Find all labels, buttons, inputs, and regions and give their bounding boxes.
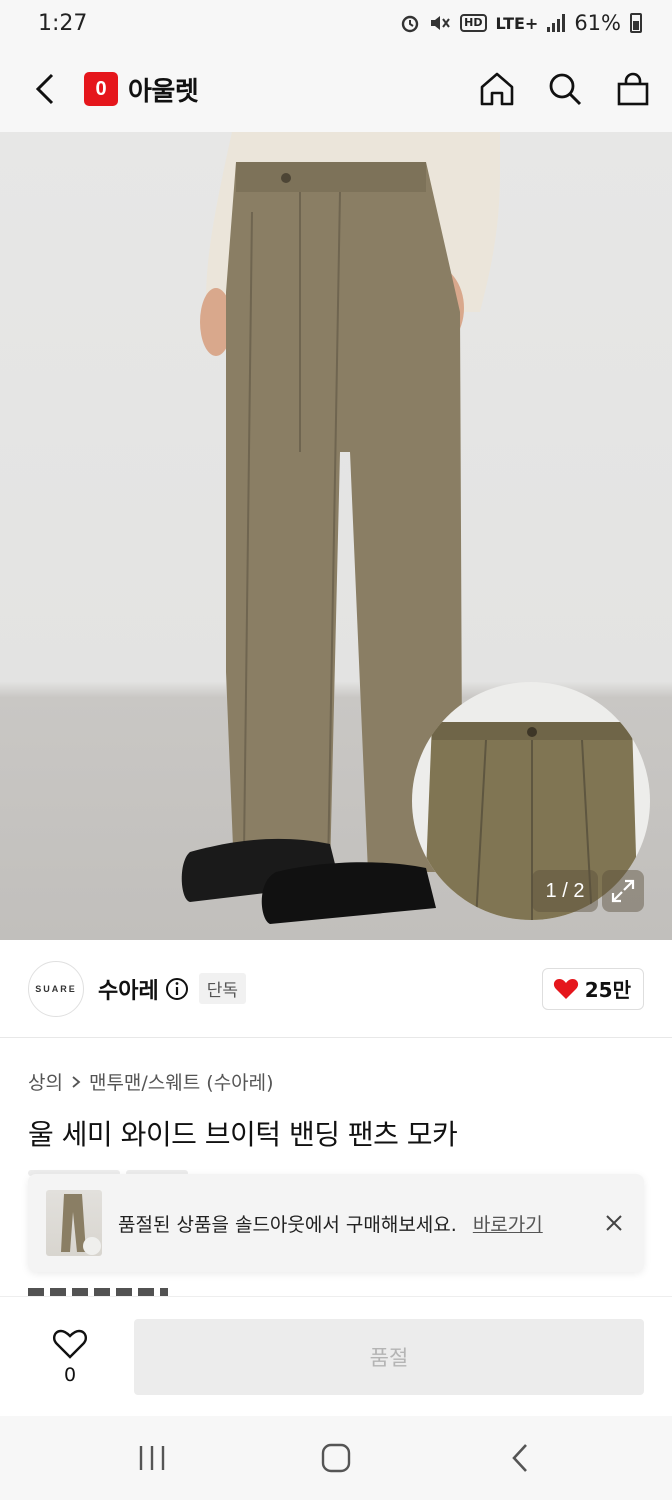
purchase-bar: 0 품절 (0, 1296, 672, 1416)
mute-icon (431, 16, 450, 30)
banner-message: 품절된 상품을 솔드아웃에서 구매해보세요. (118, 1213, 457, 1236)
like-count: 25만 (584, 978, 631, 1002)
app-header: 0 아울렛 (0, 46, 672, 132)
breadcrumb-category[interactable]: 상의 (28, 1068, 63, 1095)
wishlist-button[interactable]: 0 (28, 1328, 112, 1386)
brand-name[interactable]: 수아레 (98, 973, 159, 1005)
brand-row: SUARE 수아레 단독 25만 (0, 940, 672, 1038)
status-icons: HD LTE+ 61% (400, 11, 642, 35)
app-logo[interactable]: 0 아울렛 (84, 71, 199, 108)
banner-product-thumbnail (46, 1190, 102, 1256)
like-button[interactable]: 25만 (541, 967, 644, 1010)
image-page-indicator: 1 / 2 (532, 870, 598, 912)
app-name: 아울렛 (128, 76, 199, 107)
breadcrumb: 상의 맨투맨/스웨트 (수아레) (28, 1068, 274, 1095)
alarm-icon (401, 15, 419, 33)
signal-icon (547, 14, 566, 32)
product-title: 울 세미 와이드 브이턱 밴딩 팬츠 모카 (28, 1118, 458, 1151)
cart-button[interactable] (614, 70, 652, 108)
soldout-button[interactable]: 품절 (134, 1318, 644, 1395)
search-button[interactable] (546, 70, 584, 108)
status-time: 1:27 (38, 10, 88, 36)
info-icon[interactable] (165, 977, 189, 1001)
home-system-button[interactable] (314, 1436, 358, 1480)
status-bar: 1:27 HD LTE+ 61% (0, 0, 672, 46)
home-button[interactable] (478, 70, 516, 108)
breadcrumb-subcategory[interactable]: 맨투맨/스웨트 (수아레) (89, 1068, 274, 1095)
back-arrow-icon (512, 1444, 527, 1472)
banner-link[interactable]: 바로가기 (473, 1210, 543, 1237)
chevron-left-icon (35, 73, 54, 105)
home-icon (480, 72, 514, 106)
expand-icon (611, 879, 635, 903)
header-actions (478, 70, 652, 108)
heart-filled-icon (553, 978, 578, 999)
system-navigation-bar (0, 1416, 672, 1500)
close-icon[interactable] (602, 1211, 626, 1235)
brand-logo[interactable]: SUARE (28, 960, 84, 1017)
back-button[interactable] (34, 69, 68, 109)
soldout-banner: 품절된 상품을 솔드아웃에서 구매해보세요. 바로가기 (28, 1174, 644, 1272)
wishlist-count: 0 (63, 1363, 77, 1386)
network-type: LTE+ (495, 13, 539, 33)
shopping-bag-icon (617, 72, 649, 106)
expand-image-button[interactable] (602, 870, 644, 912)
recent-apps-button[interactable] (130, 1436, 174, 1480)
product-image-gallery[interactable]: 1 / 2 (0, 132, 672, 940)
battery-icon (630, 13, 642, 33)
home-circle-icon (321, 1443, 351, 1473)
search-icon (549, 73, 582, 106)
hd-badge: HD (460, 14, 487, 32)
chevron-right-icon (72, 1075, 81, 1088)
battery-level: 61% (574, 11, 621, 35)
system-back-button[interactable] (498, 1436, 542, 1480)
heart-outline-icon (53, 1329, 87, 1359)
exclusive-badge: 단독 (198, 973, 247, 1004)
logo-badge: 0 (84, 72, 118, 106)
recent-apps-icon (139, 1446, 165, 1470)
